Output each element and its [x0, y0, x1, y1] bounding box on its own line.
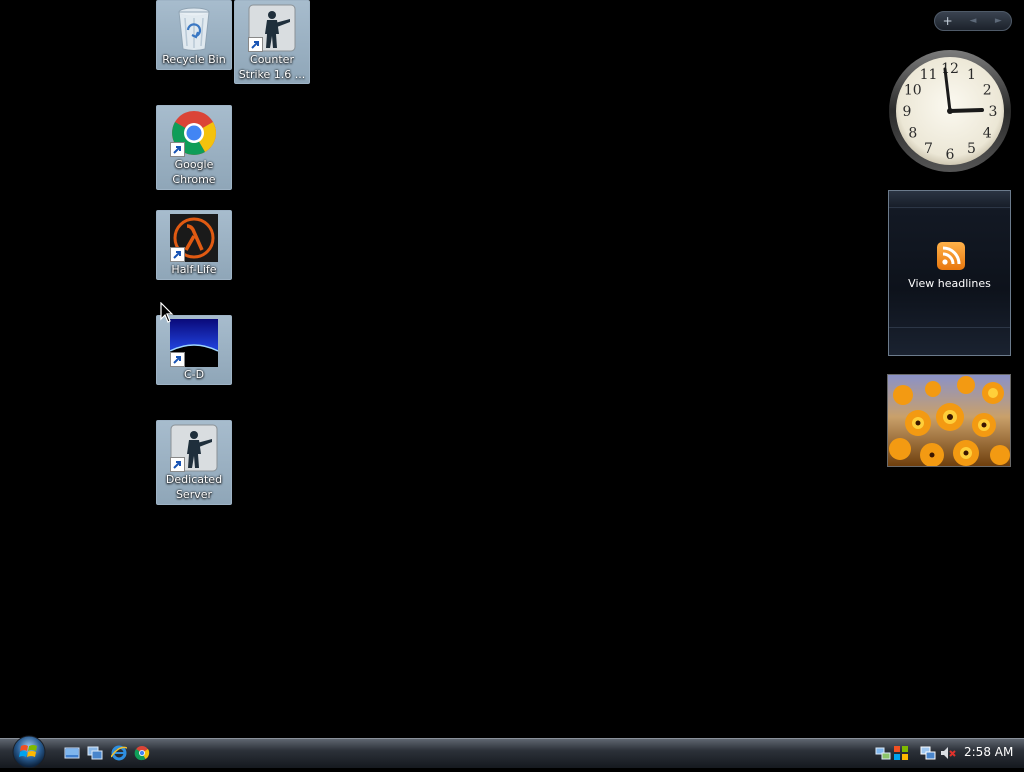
dedicated-server-desktop-icon[interactable]: Dedicated Server	[156, 420, 232, 505]
mouse-pointer-icon	[160, 302, 174, 323]
icon-label: Counter Strike 1.6 ...	[238, 53, 306, 81]
clock-numeral: 1	[967, 67, 976, 83]
c-d-desktop-icon[interactable]: C-D	[156, 315, 232, 385]
recycle-bin-icon	[170, 4, 218, 52]
previous-gadgets-button[interactable]: ◄	[961, 16, 985, 26]
add-gadget-button[interactable]: +	[936, 14, 960, 28]
icon-label: Google Chrome	[172, 158, 216, 186]
chrome-icon[interactable]	[134, 745, 150, 761]
rss-feed-icon	[937, 242, 965, 270]
start-button[interactable]	[8, 735, 50, 769]
windows-logo-icon	[12, 735, 46, 769]
recycle-bin-desktop-icon[interactable]: Recycle Bin	[156, 0, 232, 70]
half-life-desktop-icon[interactable]: Half-Life	[156, 210, 232, 280]
shortcut-arrow-icon	[170, 247, 185, 262]
clock-numeral: 5	[967, 141, 976, 157]
desktop[interactable]: Recycle Bin Counter Strike 1.6 ... Googl…	[0, 0, 1024, 738]
counter-strike-icon	[248, 4, 296, 52]
volume-muted-icon[interactable]	[940, 745, 956, 761]
clock-numeral: 10	[904, 83, 922, 99]
feed-headlines-gadget[interactable]: View headlines	[888, 190, 1011, 356]
clock-numeral: 7	[924, 141, 933, 157]
next-gadgets-button[interactable]: ►	[986, 16, 1010, 26]
clock-numeral: 9	[903, 104, 912, 120]
view-headlines-link[interactable]: View headlines	[889, 277, 1010, 290]
taskbar-clock[interactable]: 2:58 AM	[964, 745, 1013, 759]
slideshow-gadget[interactable]	[887, 374, 1011, 467]
network-icon[interactable]	[875, 745, 891, 761]
network-connection-icon[interactable]	[920, 745, 936, 761]
icon-label: C-D	[183, 368, 205, 381]
icon-label: Recycle Bin	[162, 53, 226, 66]
google-chrome-desktop-icon[interactable]: Google Chrome	[156, 105, 232, 190]
shortcut-arrow-icon	[170, 457, 185, 472]
windows-update-icon[interactable]	[893, 745, 909, 761]
icon-label: Dedicated Server	[165, 473, 223, 501]
hour-hand	[948, 108, 984, 113]
analog-clock-face: 12 1234567891011	[889, 50, 1011, 172]
half-life-icon	[170, 214, 218, 262]
show-desktop-icon[interactable]	[64, 745, 80, 761]
internet-explorer-icon[interactable]	[110, 745, 128, 761]
clock-numeral: 8	[908, 126, 917, 142]
shortcut-arrow-icon	[248, 37, 263, 52]
clock-numeral: 2	[983, 83, 992, 99]
counter-strike-desktop-icon[interactable]: Counter Strike 1.6 ...	[234, 0, 310, 84]
shortcut-arrow-icon	[170, 352, 185, 367]
clock-gadget[interactable]: 12 1 2 3 4 5 6 7 8 9 10 11	[888, 49, 1012, 173]
c-d-icon	[169, 319, 219, 367]
clock-numeral: 6	[946, 147, 955, 163]
clock-numeral: 4	[983, 126, 992, 142]
sidebar-controls: + ◄ ►	[934, 11, 1012, 31]
chrome-icon	[170, 109, 218, 157]
switch-windows-icon[interactable]	[87, 745, 103, 761]
icon-label: Half-Life	[171, 263, 217, 276]
clock-numeral: 11	[920, 67, 938, 83]
flowers-photo	[888, 375, 1010, 466]
shortcut-arrow-icon	[170, 142, 185, 157]
clock-numeral: 3	[989, 104, 998, 120]
counter-strike-icon	[170, 424, 218, 472]
